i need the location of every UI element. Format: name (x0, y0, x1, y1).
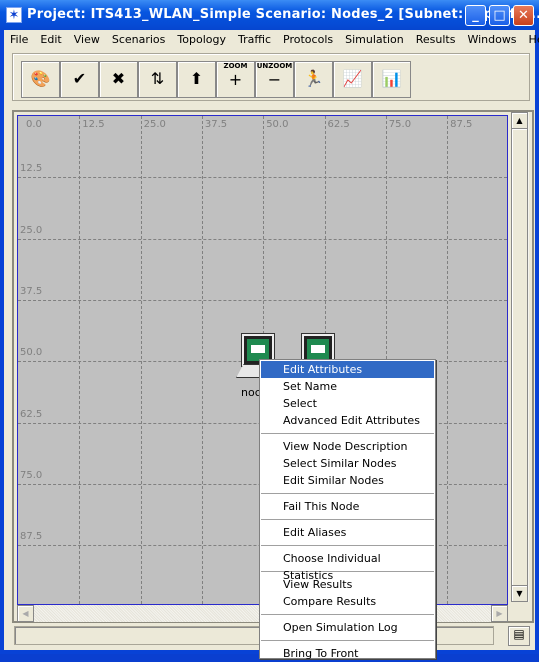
unzoom-label: UNZOOM (256, 62, 293, 70)
x-axis-label: 37.5 (204, 119, 228, 130)
menu-separator (261, 433, 434, 434)
menu-view[interactable]: View (68, 30, 106, 49)
menu-item-fail-this-node[interactable]: Fail This Node (261, 498, 434, 515)
toolbar: 🎨 ✔ ✖ ⇅ ⬆ ZOOM + UNZOOM − 🏃 📈 📊 (12, 53, 530, 101)
menu-scenarios[interactable]: Scenarios (106, 30, 172, 49)
rapid-config-button[interactable]: ⬆ (177, 61, 216, 98)
scroll-up-button[interactable]: ▲ (511, 112, 528, 129)
menu-item-edit-attributes[interactable]: Edit Attributes (261, 361, 434, 378)
x-axis-label: 87.5 (450, 119, 473, 130)
menu-edit[interactable]: Edit (34, 30, 67, 49)
x-axis-label: 0.0 (26, 119, 42, 130)
menu-windows[interactable]: Windows (461, 30, 522, 49)
unzoom-icon: − (267, 70, 282, 89)
maximize-button[interactable]: □ (489, 5, 510, 26)
menu-traffic[interactable]: Traffic (232, 30, 277, 49)
scroll-down-button[interactable]: ▼ (511, 585, 528, 602)
menu-simulation[interactable]: Simulation (339, 30, 410, 49)
close-button[interactable]: ✕ (513, 5, 534, 26)
view-results-button[interactable]: 📈 (333, 61, 372, 98)
menu-item-open-simulation-log[interactable]: Open Simulation Log (261, 619, 434, 636)
verify-links-icon: ✔ (72, 69, 87, 88)
grid-line-vertical (447, 116, 449, 604)
menu-item-edit-similar-nodes[interactable]: Edit Similar Nodes (261, 472, 434, 489)
run-simulation-icon: 🏃 (303, 69, 324, 88)
menu-item-compare-results[interactable]: Compare Results (261, 593, 434, 610)
y-axis-label: 37.5 (20, 285, 43, 297)
x-axis-label: 62.5 (327, 119, 350, 130)
object-palette-icon: 🎨 (30, 69, 51, 88)
view-results-icon: 📈 (342, 69, 363, 88)
zoom-icon: + (228, 70, 243, 89)
title-bar[interactable]: ✶ Project: ITS413_WLAN_Simple Scenario: … (0, 0, 539, 30)
menu-item-choose-individual-statistics[interactable]: Choose Individual Statistics (261, 550, 434, 582)
window-title: Project: ITS413_WLAN_Simple Scenario: No… (27, 7, 539, 22)
y-axis-label: 87.5 (20, 531, 43, 543)
zoom-button[interactable]: ZOOM + (216, 61, 255, 98)
grid-line-vertical (79, 116, 81, 604)
menu-item-advanced-edit-attributes[interactable]: Advanced Edit Attributes (261, 412, 434, 429)
menu-item-set-name[interactable]: Set Name (261, 378, 434, 395)
menu-item-select-similar-nodes[interactable]: Select Similar Nodes (261, 455, 434, 472)
y-axis-label: 12.5 (20, 163, 43, 175)
run-simulation-button[interactable]: 🏃 (294, 61, 333, 98)
grid-line-vertical (140, 116, 142, 604)
unzoom-button[interactable]: UNZOOM − (255, 61, 294, 98)
scroll-right-button[interactable]: ▶ (491, 605, 508, 622)
minimize-button[interactable]: _ (465, 5, 486, 26)
message-log-icon[interactable]: ▤ (508, 626, 530, 646)
menu-separator (261, 545, 434, 546)
menu-item-view-results[interactable]: View Results (261, 576, 434, 593)
y-axis-label: 50.0 (20, 347, 43, 359)
node-label: noc (241, 386, 261, 399)
fail-links-icon: ✖ (111, 69, 126, 88)
compare-results-icon: 📊 (381, 69, 402, 88)
menu-item-select[interactable]: Select (261, 395, 434, 412)
context-menu: Edit Attributes Set Name Select Advanced Ed… (259, 359, 436, 660)
menu-file[interactable]: File (4, 30, 34, 49)
vertical-scroll-thumb[interactable] (511, 128, 528, 586)
menu-bar: File Edit View Scenarios Topology Traffic Prot… (4, 30, 539, 49)
menu-separator (261, 519, 434, 520)
app-icon: ✶ (6, 7, 22, 23)
vertical-scrollbar[interactable]: ▲ ▼ (511, 112, 529, 602)
menu-topology[interactable]: Topology (171, 30, 232, 49)
fail-links-button[interactable]: ✖ (99, 61, 138, 98)
recover-links-icon: ⇅ (150, 69, 165, 88)
compare-results-button[interactable]: 📊 (372, 61, 411, 98)
y-axis-label: 62.5 (20, 408, 43, 420)
grid-line-vertical (201, 116, 203, 604)
y-axis-label: 75.0 (20, 469, 43, 481)
y-axis-label: 25.0 (20, 224, 43, 236)
menu-protocols[interactable]: Protocols (277, 30, 339, 49)
x-axis-label: 25.0 (143, 119, 166, 130)
verify-links-button[interactable]: ✔ (60, 61, 99, 98)
menu-separator (261, 640, 434, 641)
menu-item-edit-aliases[interactable]: Edit Aliases (261, 524, 434, 541)
x-axis-label: 12.5 (82, 119, 105, 130)
recover-links-button[interactable]: ⇅ (138, 61, 177, 98)
x-axis-label: 75.0 (388, 119, 412, 130)
menu-separator (261, 614, 434, 615)
zoom-label: ZOOM (223, 62, 248, 70)
x-axis-label: 50.0 (266, 119, 289, 130)
scroll-left-button[interactable]: ◀ (17, 605, 34, 622)
menu-results[interactable]: Results (410, 30, 462, 49)
object-palette-button[interactable]: 🎨 (21, 61, 60, 98)
menu-item-view-node-description[interactable]: View Node Description (261, 438, 434, 455)
menu-help[interactable]: Help (523, 30, 539, 49)
menu-separator (261, 493, 434, 494)
rapid-config-icon: ⬆ (189, 69, 204, 88)
